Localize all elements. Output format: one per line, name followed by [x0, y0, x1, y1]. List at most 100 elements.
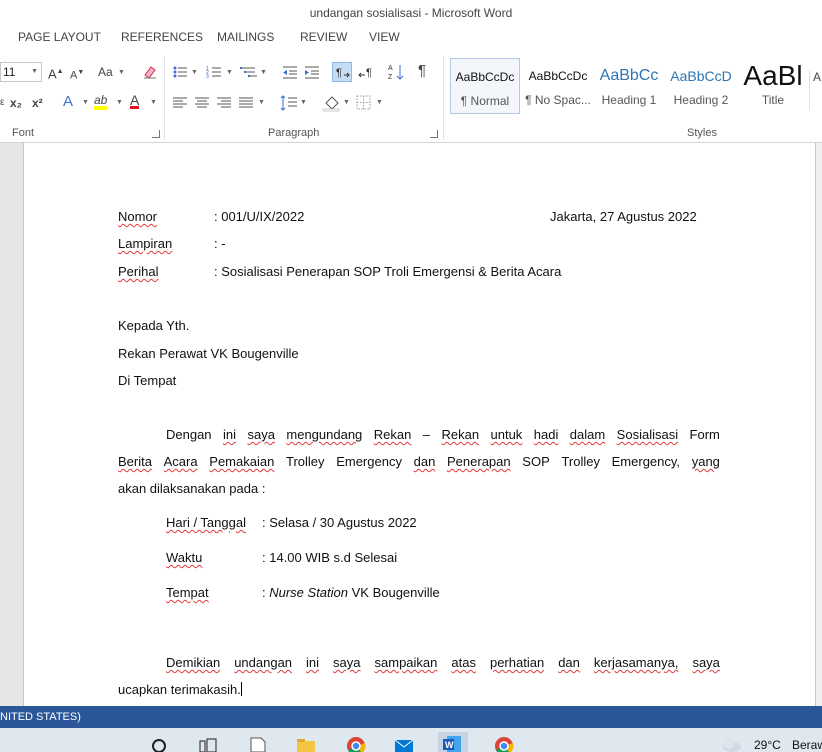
tab-mailings[interactable]: MAILINGS [217, 30, 274, 44]
word: kerjasamanya, [593, 655, 679, 670]
font-size-select[interactable]: 11 ▼ [0, 62, 42, 82]
change-case-button[interactable]: Aa [98, 64, 113, 82]
chrome-icon[interactable] [346, 736, 366, 752]
word: untuk [490, 427, 523, 442]
chevron-down-icon: ▼ [191, 69, 198, 76]
word: Penerapan [447, 454, 511, 469]
style-heading-1[interactable]: AaBbCc Heading 1 [596, 58, 662, 114]
word: Berita [118, 454, 152, 469]
text-effects-button[interactable]: A [63, 94, 73, 112]
chevron-down-icon: ▼ [31, 68, 38, 75]
svg-text:A: A [388, 65, 393, 72]
paragraph-dialog-launcher-icon[interactable] [430, 130, 438, 138]
word: dalam [569, 427, 606, 442]
word: dan [413, 454, 436, 469]
word: ini [306, 655, 320, 670]
addressee-line-2: Rekan Perawat VK Bougenville [118, 346, 299, 361]
styles-gallery-more[interactable]: A [809, 70, 822, 110]
word: Form [689, 427, 720, 442]
grow-font-button[interactable]: A▲ [48, 64, 64, 82]
paragraph-1-line-2: Berita Acara Pemakaian Trolley Emergency dan P… [118, 454, 720, 469]
shrink-font-button[interactable]: A▼ [70, 65, 84, 83]
superscript-button[interactable]: x² [32, 95, 43, 113]
align-right-icon[interactable] [216, 96, 232, 110]
font-size-value: 11 [3, 65, 16, 79]
closing-line-1: Demikian undangan ini saya sampaikan atas perh… [166, 655, 720, 670]
chevron-down-icon: ▼ [376, 99, 383, 106]
word: Pemakaian [209, 454, 275, 469]
show-formatting-marks-button[interactable]: ¶ [418, 63, 426, 81]
numbering-icon[interactable]: 123 [206, 64, 222, 80]
font-color-button[interactable]: A [130, 92, 140, 110]
hari-label: Hari / Tanggal [166, 515, 246, 530]
svg-text:¶: ¶ [336, 67, 342, 79]
addressee-line-3: Di Tempat [118, 373, 177, 388]
style-title[interactable]: AaBl Title [740, 58, 806, 114]
chevron-down-icon: ▼ [260, 69, 267, 76]
style-heading-2[interactable]: AaBbCcD Heading 2 [668, 58, 734, 114]
styles-group-label: Styles [687, 127, 717, 139]
task-view-icon[interactable] [198, 736, 218, 752]
word: Sosialisasi [616, 427, 679, 442]
perihal-label: Perihal [118, 264, 159, 279]
file-icon[interactable] [248, 736, 268, 752]
word: Dengan [166, 427, 212, 442]
chevron-down-icon: ▼ [226, 69, 233, 76]
sort-icon[interactable]: AZ [388, 63, 406, 81]
paragraph-group-label: Paragraph [268, 127, 320, 139]
word: saya [247, 427, 275, 442]
tab-references[interactable]: REFERENCES [121, 30, 203, 44]
chevron-down-icon: ▼ [150, 99, 157, 106]
language-indicator[interactable]: NITED STATES) [0, 711, 81, 723]
ltr-direction-button[interactable]: ¶ [332, 62, 352, 82]
clear-formatting-icon[interactable] [142, 64, 158, 80]
word-icon: W [443, 736, 461, 752]
weather-condition[interactable]: Beraw [792, 738, 822, 752]
lampiran-value: : - [214, 236, 226, 251]
shading-icon[interactable] [322, 94, 342, 112]
tab-view[interactable]: VIEW [369, 30, 400, 44]
font-group-label: Font [12, 127, 35, 139]
rtl-icon[interactable]: ¶ [358, 64, 376, 80]
justify-icon[interactable] [238, 96, 254, 110]
borders-icon[interactable] [356, 95, 372, 111]
tab-review[interactable]: REVIEW [300, 30, 347, 44]
subscript-button[interactable]: x₂ [10, 95, 22, 113]
word: saya [692, 655, 720, 670]
multilevel-list-icon[interactable] [240, 64, 258, 80]
paragraph-1-line-1: Dengan ini saya mengundang Rekan – Rekan untuk h… [166, 427, 720, 442]
word: Rekan [373, 427, 412, 442]
tab-page-layout[interactable]: PAGE LAYOUT [18, 30, 101, 44]
decrease-indent-icon[interactable] [282, 64, 298, 80]
svg-text:3: 3 [206, 74, 209, 80]
bullets-icon[interactable] [172, 64, 188, 80]
file-explorer-icon[interactable] [296, 736, 316, 752]
vertical-scrollbar[interactable] [816, 143, 822, 706]
document-page[interactable] [23, 143, 816, 706]
line-spacing-icon[interactable] [280, 94, 298, 112]
align-center-icon[interactable] [194, 96, 210, 110]
chrome-icon[interactable] [494, 736, 514, 752]
word: hadi [533, 427, 559, 442]
style-no-spacing[interactable]: AaBbCcDc ¶ No Spac... [523, 58, 593, 114]
chevron-down-icon: ▼ [300, 99, 307, 106]
font-dialog-launcher-icon[interactable] [152, 130, 160, 138]
mail-icon[interactable] [394, 736, 414, 752]
align-left-icon[interactable] [172, 96, 188, 110]
word-taskbar-button[interactable]: W [438, 732, 468, 752]
weather-temperature[interactable]: 29°C [754, 738, 781, 752]
place-date: Jakarta, 27 Agustus 2022 [550, 209, 697, 224]
style-normal[interactable]: AaBbCcDc ¶ Normal [450, 58, 520, 114]
window-title: undangan sosialisasi - Microsoft Word [0, 0, 822, 26]
ribbon-tabs: PAGE LAYOUT REFERENCES MAILINGS REVIEW V… [0, 26, 822, 50]
word: sampaikan [374, 655, 438, 670]
word: Emergency [336, 454, 402, 469]
ltr-icon: ¶ [336, 67, 350, 79]
highlight-button[interactable]: ab [94, 92, 108, 110]
strikethrough-button[interactable]: ε [0, 95, 4, 113]
increase-indent-icon[interactable] [304, 64, 320, 80]
perihal-value: : Sosialisasi Penerapan SOP Troli Emerge… [214, 264, 562, 279]
search-icon[interactable] [150, 736, 170, 752]
word: Rekan [441, 427, 480, 442]
text-cursor [240, 682, 242, 696]
